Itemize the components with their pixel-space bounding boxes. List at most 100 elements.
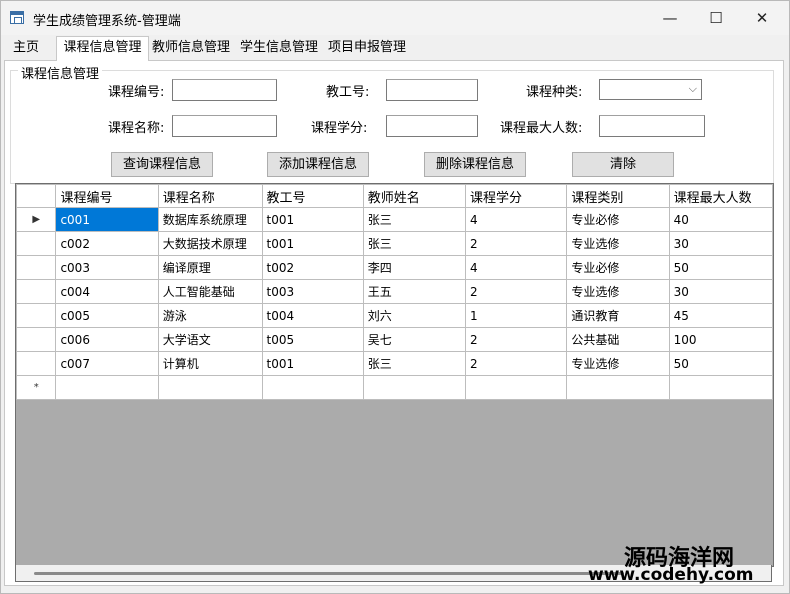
table-cell[interactable] (261, 375, 364, 400)
scrollbar-thumb[interactable] (34, 572, 624, 575)
table-cell[interactable]: 2 (465, 327, 568, 352)
table-cell[interactable]: 专业必修 (566, 207, 670, 232)
column-header[interactable]: 课程学分 (465, 184, 568, 208)
table-row[interactable]: ▶ c001 数据库系统原理 t001 张三 4 专业必修 40 (16, 207, 773, 232)
table-cell[interactable]: 2 (465, 231, 568, 256)
tab-course-management[interactable]: 课程信息管理 (56, 36, 149, 61)
maximize-icon[interactable]: ☐ (693, 1, 739, 35)
teacher-id-input[interactable] (386, 79, 478, 101)
table-cell[interactable] (55, 375, 159, 400)
minimize-icon[interactable]: — (647, 1, 693, 35)
table-cell[interactable]: c001 (55, 207, 159, 232)
table-cell[interactable]: 刘六 (362, 303, 467, 328)
table-cell[interactable]: 大数据技术原理 (157, 231, 263, 256)
tab-student-management[interactable]: 学生信息管理 (235, 38, 323, 59)
table-cell[interactable]: c002 (55, 231, 159, 256)
table-cell[interactable]: 人工智能基础 (157, 279, 263, 304)
table-cell[interactable]: 公共基础 (566, 327, 670, 352)
table-cell[interactable]: 4 (465, 207, 568, 232)
table-row[interactable]: c004 人工智能基础 t003 王五 2 专业选修 30 (16, 279, 773, 304)
course-id-input[interactable] (172, 79, 277, 101)
table-cell[interactable]: c005 (55, 303, 159, 328)
column-header[interactable]: 教师姓名 (362, 184, 467, 208)
table-cell[interactable]: 游泳 (157, 303, 263, 328)
table-row[interactable]: c006 大学语文 t005 吴七 2 公共基础 100 (16, 327, 773, 352)
new-row[interactable]: * (16, 375, 773, 400)
table-cell[interactable]: c004 (55, 279, 159, 304)
table-row[interactable]: c007 计算机 t001 张三 2 专业选修 50 (16, 351, 773, 376)
course-type-combo[interactable]: ⌵ (599, 79, 702, 100)
table-cell[interactable]: t004 (261, 303, 364, 328)
table-cell[interactable]: 李四 (362, 255, 467, 280)
table-cell[interactable]: t002 (261, 255, 364, 280)
table-cell[interactable]: 2 (465, 279, 568, 304)
table-cell[interactable]: 40 (668, 207, 773, 232)
table-cell[interactable]: 1 (465, 303, 568, 328)
table-cell[interactable]: 数据库系统原理 (157, 207, 263, 232)
table-cell[interactable]: t001 (261, 351, 364, 376)
table-cell[interactable]: 100 (668, 327, 773, 352)
table-cell[interactable]: t005 (261, 327, 364, 352)
table-row[interactable]: c003 编译原理 t002 李四 4 专业必修 50 (16, 255, 773, 280)
table-cell[interactable]: 45 (668, 303, 773, 328)
course-name-input[interactable] (172, 115, 277, 137)
row-header[interactable] (16, 303, 57, 328)
column-header[interactable]: 课程编号 (55, 184, 159, 208)
row-header[interactable] (16, 327, 57, 352)
table-cell[interactable] (362, 375, 467, 400)
table-cell[interactable]: 30 (668, 279, 773, 304)
table-cell[interactable]: c007 (55, 351, 159, 376)
query-course-button[interactable]: 查询课程信息 (111, 152, 213, 177)
table-cell[interactable]: 专业选修 (566, 231, 670, 256)
tab-project-management[interactable]: 项目申报管理 (323, 38, 411, 59)
column-header[interactable]: 教工号 (261, 184, 364, 208)
tab-teacher-management[interactable]: 教师信息管理 (147, 38, 235, 59)
column-header[interactable]: 课程类别 (566, 184, 670, 208)
column-header[interactable]: 课程最大人数 (668, 184, 773, 208)
table-cell[interactable]: 50 (668, 255, 773, 280)
table-cell[interactable] (465, 375, 568, 400)
table-cell[interactable]: c003 (55, 255, 159, 280)
table-cell[interactable]: c006 (55, 327, 159, 352)
table-cell[interactable]: t001 (261, 207, 364, 232)
table-cell[interactable]: 专业必修 (566, 255, 670, 280)
table-cell[interactable]: 张三 (362, 351, 467, 376)
table-cell[interactable] (566, 375, 670, 400)
close-icon[interactable]: ✕ (739, 1, 785, 35)
table-cell[interactable]: 大学语文 (157, 327, 263, 352)
table-cell[interactable]: 张三 (362, 207, 467, 232)
table-cell[interactable]: 50 (668, 351, 773, 376)
chevron-down-icon[interactable]: ⌵ (689, 82, 697, 96)
table-cell[interactable]: 专业选修 (566, 279, 670, 304)
current-row-indicator-icon[interactable]: ▶ (16, 207, 57, 232)
new-row-asterisk-icon[interactable]: * (16, 375, 57, 400)
table-cell[interactable]: 专业选修 (566, 351, 670, 376)
row-header[interactable] (16, 279, 57, 304)
table-row[interactable]: c005 游泳 t004 刘六 1 通识教育 45 (16, 303, 773, 328)
column-header[interactable]: 课程名称 (157, 184, 263, 208)
row-header[interactable] (16, 255, 57, 280)
table-cell[interactable]: 30 (668, 231, 773, 256)
table-cell[interactable] (668, 375, 773, 400)
table-cell[interactable]: 2 (465, 351, 568, 376)
table-cell[interactable]: 张三 (362, 231, 467, 256)
tab-home[interactable]: 主页 (8, 38, 44, 59)
table-row[interactable]: c002 大数据技术原理 t001 张三 2 专业选修 30 (16, 231, 773, 256)
table-cell[interactable]: t001 (261, 231, 364, 256)
table-cell[interactable] (157, 375, 263, 400)
delete-course-button[interactable]: 删除课程信息 (424, 152, 526, 177)
table-cell[interactable]: t003 (261, 279, 364, 304)
table-cell[interactable]: 吴七 (362, 327, 467, 352)
course-data-grid[interactable]: 课程编号 课程名称 教工号 教师姓名 课程学分 课程类别 课程最大人数 ▶ c0… (15, 183, 774, 567)
add-course-button[interactable]: 添加课程信息 (267, 152, 369, 177)
table-cell[interactable]: 王五 (362, 279, 467, 304)
table-cell[interactable]: 计算机 (157, 351, 263, 376)
clear-button[interactable]: 清除 (572, 152, 674, 177)
credit-input[interactable] (386, 115, 478, 137)
table-cell[interactable]: 通识教育 (566, 303, 670, 328)
row-header[interactable] (16, 351, 57, 376)
table-cell[interactable]: 4 (465, 255, 568, 280)
row-header[interactable] (16, 231, 57, 256)
max-students-input[interactable] (599, 115, 705, 137)
table-cell[interactable]: 编译原理 (157, 255, 263, 280)
